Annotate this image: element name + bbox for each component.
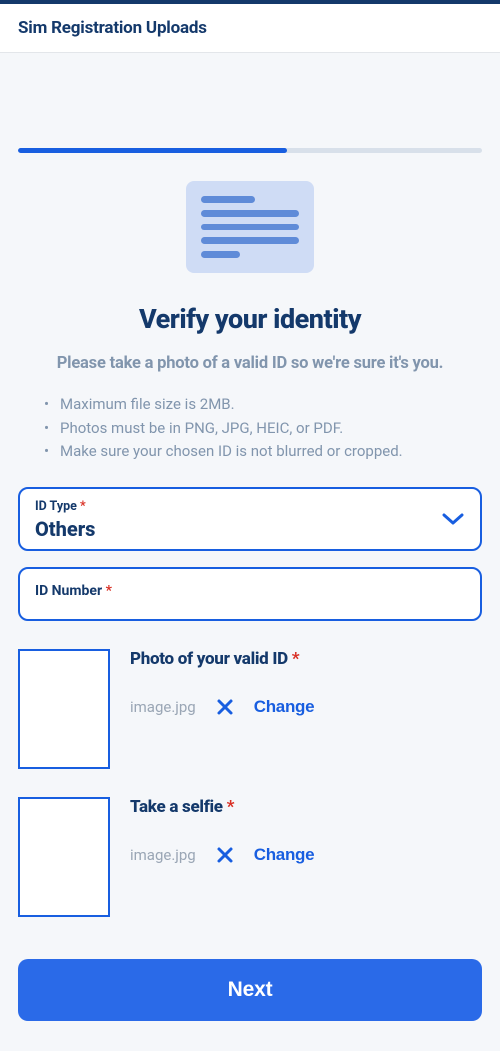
page-title: Sim Registration Uploads: [18, 18, 482, 38]
valid-id-filename: image.jpg: [130, 698, 196, 716]
document-icon: [186, 181, 314, 273]
selfie-thumbnail[interactable]: [18, 797, 110, 917]
close-icon[interactable]: [216, 846, 234, 864]
id-type-value: Others: [35, 517, 465, 541]
rule-item: Maximum file size is 2MB.: [60, 393, 472, 416]
id-number-field[interactable]: ID Number *: [18, 567, 482, 621]
selfie-filename: image.jpg: [130, 846, 196, 864]
next-button[interactable]: Next: [18, 959, 482, 1021]
upload-selfie: Take a selfie * image.jpg Change: [18, 797, 482, 917]
rule-item: Make sure your chosen ID is not blurred …: [60, 440, 472, 463]
hero-subtitle: Please take a photo of a valid ID so we'…: [18, 353, 482, 375]
rule-item: Photos must be in PNG, JPG, HEIC, or PDF…: [60, 417, 472, 440]
chevron-down-icon: [442, 512, 464, 526]
selfie-change-button[interactable]: Change: [254, 845, 315, 865]
id-number-label: ID Number *: [35, 583, 465, 599]
id-type-label: ID Type *: [35, 499, 465, 514]
hero-title: Verify your identity: [18, 303, 482, 335]
close-icon[interactable]: [216, 698, 234, 716]
id-type-select[interactable]: ID Type * Others: [18, 487, 482, 551]
valid-id-thumbnail[interactable]: [18, 649, 110, 769]
valid-id-title: Photo of your valid ID *: [130, 649, 482, 669]
selfie-title: Take a selfie *: [130, 797, 482, 817]
rules-list: Maximum file size is 2MB. Photos must be…: [18, 393, 482, 463]
progress-bar: [18, 53, 482, 153]
upload-valid-id: Photo of your valid ID * image.jpg Chang…: [18, 649, 482, 769]
app-header: Sim Registration Uploads: [0, 4, 500, 53]
document-illustration: [18, 181, 482, 273]
valid-id-change-button[interactable]: Change: [254, 697, 315, 717]
